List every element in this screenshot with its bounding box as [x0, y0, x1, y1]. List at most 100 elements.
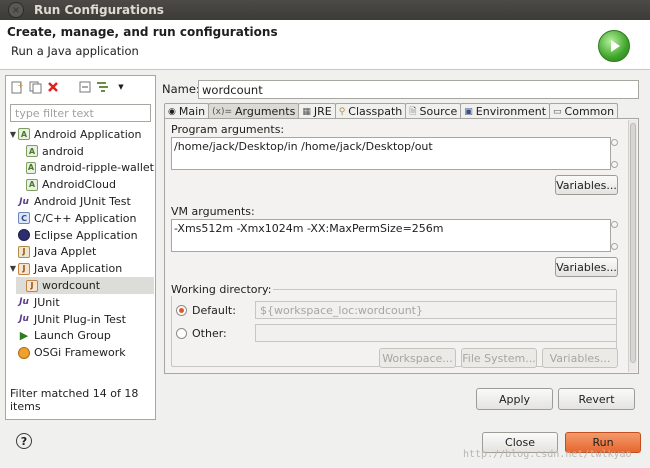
- tab-arguments[interactable]: (x)= Arguments: [208, 103, 300, 119]
- android-app-icon: A: [18, 128, 30, 141]
- tab-label: Environment: [475, 105, 547, 118]
- tree-item-label: android: [42, 144, 84, 158]
- other-label: Other:: [192, 327, 227, 340]
- main-tab-icon: ◉: [168, 106, 176, 117]
- environment-tab-icon: ▣: [464, 106, 473, 117]
- default-directory-field: ${workspace_loc:wordcount}: [255, 301, 617, 319]
- tree-item-label: Eclipse Application: [34, 228, 138, 242]
- tab-environment[interactable]: ▣ Environment: [460, 103, 551, 119]
- working-dir-variables-button[interactable]: Variables...: [542, 348, 618, 368]
- tab-label: JRE: [313, 105, 332, 118]
- vm-arguments-textarea[interactable]: -Xms512m -Xmx1024m -XX:MaxPermSize=256m: [171, 219, 611, 252]
- toolbar-spacer: [64, 80, 74, 94]
- android-config-icon: A: [26, 145, 38, 158]
- tree-item[interactable]: ▼ J Java Application: [8, 260, 154, 277]
- tree-item-label: C/C++ Application: [34, 211, 137, 225]
- android-config-icon: A: [26, 178, 38, 191]
- tree-item-label: Java Application: [34, 262, 123, 276]
- tree-item[interactable]: A AndroidCloud: [8, 176, 154, 193]
- tree-item[interactable]: J Java Applet: [8, 244, 154, 261]
- tree-item[interactable]: C C/C++ Application: [8, 210, 154, 227]
- filter-menu-chevron-down-icon[interactable]: ▼: [114, 80, 128, 94]
- scroll-down-icon[interactable]: [610, 161, 618, 168]
- delete-config-icon[interactable]: [46, 80, 60, 94]
- configuration-list-panel: + ▼ type filter text ▼ A Android Applica…: [5, 75, 156, 420]
- tree-item-label: Android Application: [34, 127, 142, 141]
- osgi-icon: [18, 346, 30, 359]
- vm-arguments-scroll[interactable]: [609, 219, 619, 252]
- name-label: Name:: [162, 82, 200, 96]
- vm-arguments-label: VM arguments:: [171, 205, 255, 218]
- junit-plugin-icon: Ju: [19, 314, 29, 325]
- program-arguments-textarea[interactable]: /home/jack/Desktop/in /home/jack/Desktop…: [171, 137, 611, 170]
- launch-group-icon: ▶: [19, 329, 29, 343]
- collapse-all-icon[interactable]: [78, 80, 92, 94]
- tab-label: Common: [564, 105, 615, 118]
- scrollbar-thumb[interactable]: [630, 123, 636, 363]
- tree-item[interactable]: A android-ripple-wallet: [8, 160, 154, 177]
- tab-common[interactable]: ▭ Common: [549, 103, 619, 119]
- tree-item[interactable]: Ju JUnit: [8, 294, 154, 311]
- tree-item[interactable]: A android: [8, 143, 154, 160]
- default-radio[interactable]: [176, 305, 187, 316]
- panel-scrollbar[interactable]: [628, 120, 637, 372]
- default-label: Default:: [192, 304, 236, 317]
- arguments-tab-icon: (x)=: [212, 106, 233, 117]
- tree-item-selected[interactable]: J wordcount: [16, 277, 154, 294]
- tree-item[interactable]: Eclipse Application: [8, 227, 154, 244]
- tree-item-label: android-ripple-wallet: [40, 161, 154, 175]
- program-arguments-label: Program arguments:: [171, 123, 285, 136]
- configuration-tree: ▼ A Android Application A android A andr…: [8, 126, 154, 361]
- name-input[interactable]: wordcount: [198, 80, 639, 99]
- tree-item[interactable]: ▶ Launch Group: [8, 328, 154, 345]
- other-directory-field: [255, 324, 617, 342]
- tab-main[interactable]: ◉ Main: [164, 103, 210, 119]
- tab-classpath[interactable]: ⚲ Classpath: [334, 103, 407, 119]
- program-variables-button[interactable]: Variables...: [555, 175, 618, 195]
- tree-item[interactable]: OSGi Framework: [8, 344, 154, 361]
- tab-jre[interactable]: ▦ JRE: [298, 103, 336, 119]
- jre-tab-icon: ▦: [302, 106, 311, 117]
- apply-button[interactable]: Apply: [476, 388, 553, 410]
- tree-item-label: JUnit: [34, 295, 60, 309]
- window-close-icon[interactable]: ×: [8, 2, 24, 18]
- eclipse-icon: [18, 229, 30, 242]
- scroll-down-icon[interactable]: [610, 243, 618, 250]
- revert-button[interactable]: Revert: [558, 388, 635, 410]
- workspace-button[interactable]: Workspace...: [379, 348, 456, 368]
- tree-item[interactable]: Ju JUnit Plug-in Test: [8, 311, 154, 328]
- tab-source[interactable]: 🗎 Source: [405, 103, 462, 119]
- duplicate-config-icon[interactable]: [28, 80, 42, 94]
- android-config-icon: A: [26, 161, 37, 174]
- file-system-button[interactable]: File System...: [461, 348, 537, 368]
- tab-label: Arguments: [235, 105, 296, 118]
- program-arguments-scroll[interactable]: [609, 137, 619, 170]
- junit-icon: Ju: [19, 297, 29, 308]
- filter-input[interactable]: type filter text: [10, 104, 151, 122]
- tab-label: Classpath: [348, 105, 403, 118]
- window-title: Run Configurations: [34, 3, 164, 17]
- java-config-icon: J: [26, 279, 38, 292]
- scroll-up-icon[interactable]: [610, 221, 618, 228]
- vm-variables-button[interactable]: Variables...: [555, 257, 618, 277]
- tree-item[interactable]: ▼ A Android Application: [8, 126, 154, 143]
- new-config-icon[interactable]: +: [10, 80, 24, 94]
- svg-text:+: +: [17, 81, 23, 90]
- java-app-icon: J: [18, 262, 30, 275]
- expand-arrow-icon[interactable]: ▼: [8, 130, 18, 139]
- tree-item-label: OSGi Framework: [34, 346, 126, 360]
- common-tab-icon: ▭: [553, 106, 562, 117]
- other-radio[interactable]: [176, 328, 187, 339]
- expand-arrow-icon[interactable]: ▼: [8, 264, 18, 273]
- arguments-tab-body: Program arguments: /home/jack/Desktop/in…: [164, 118, 639, 374]
- filter-icon[interactable]: [96, 80, 110, 94]
- header-subtitle: Run a Java application: [11, 44, 139, 58]
- help-icon[interactable]: ?: [16, 433, 32, 449]
- scroll-up-icon[interactable]: [610, 139, 618, 146]
- watermark: http://blog.csdn.net/twlkyao: [463, 449, 632, 460]
- tree-item-label: JUnit Plug-in Test: [34, 312, 126, 326]
- config-tabs: ◉ Main (x)= Arguments ▦ JRE ⚲ Classpath …: [164, 103, 619, 119]
- tree-item[interactable]: Ju Android JUnit Test: [8, 193, 154, 210]
- tree-item-label: wordcount: [42, 279, 101, 293]
- configuration-editor: Name: wordcount ◉ Main (x)= Arguments ▦ …: [162, 78, 646, 420]
